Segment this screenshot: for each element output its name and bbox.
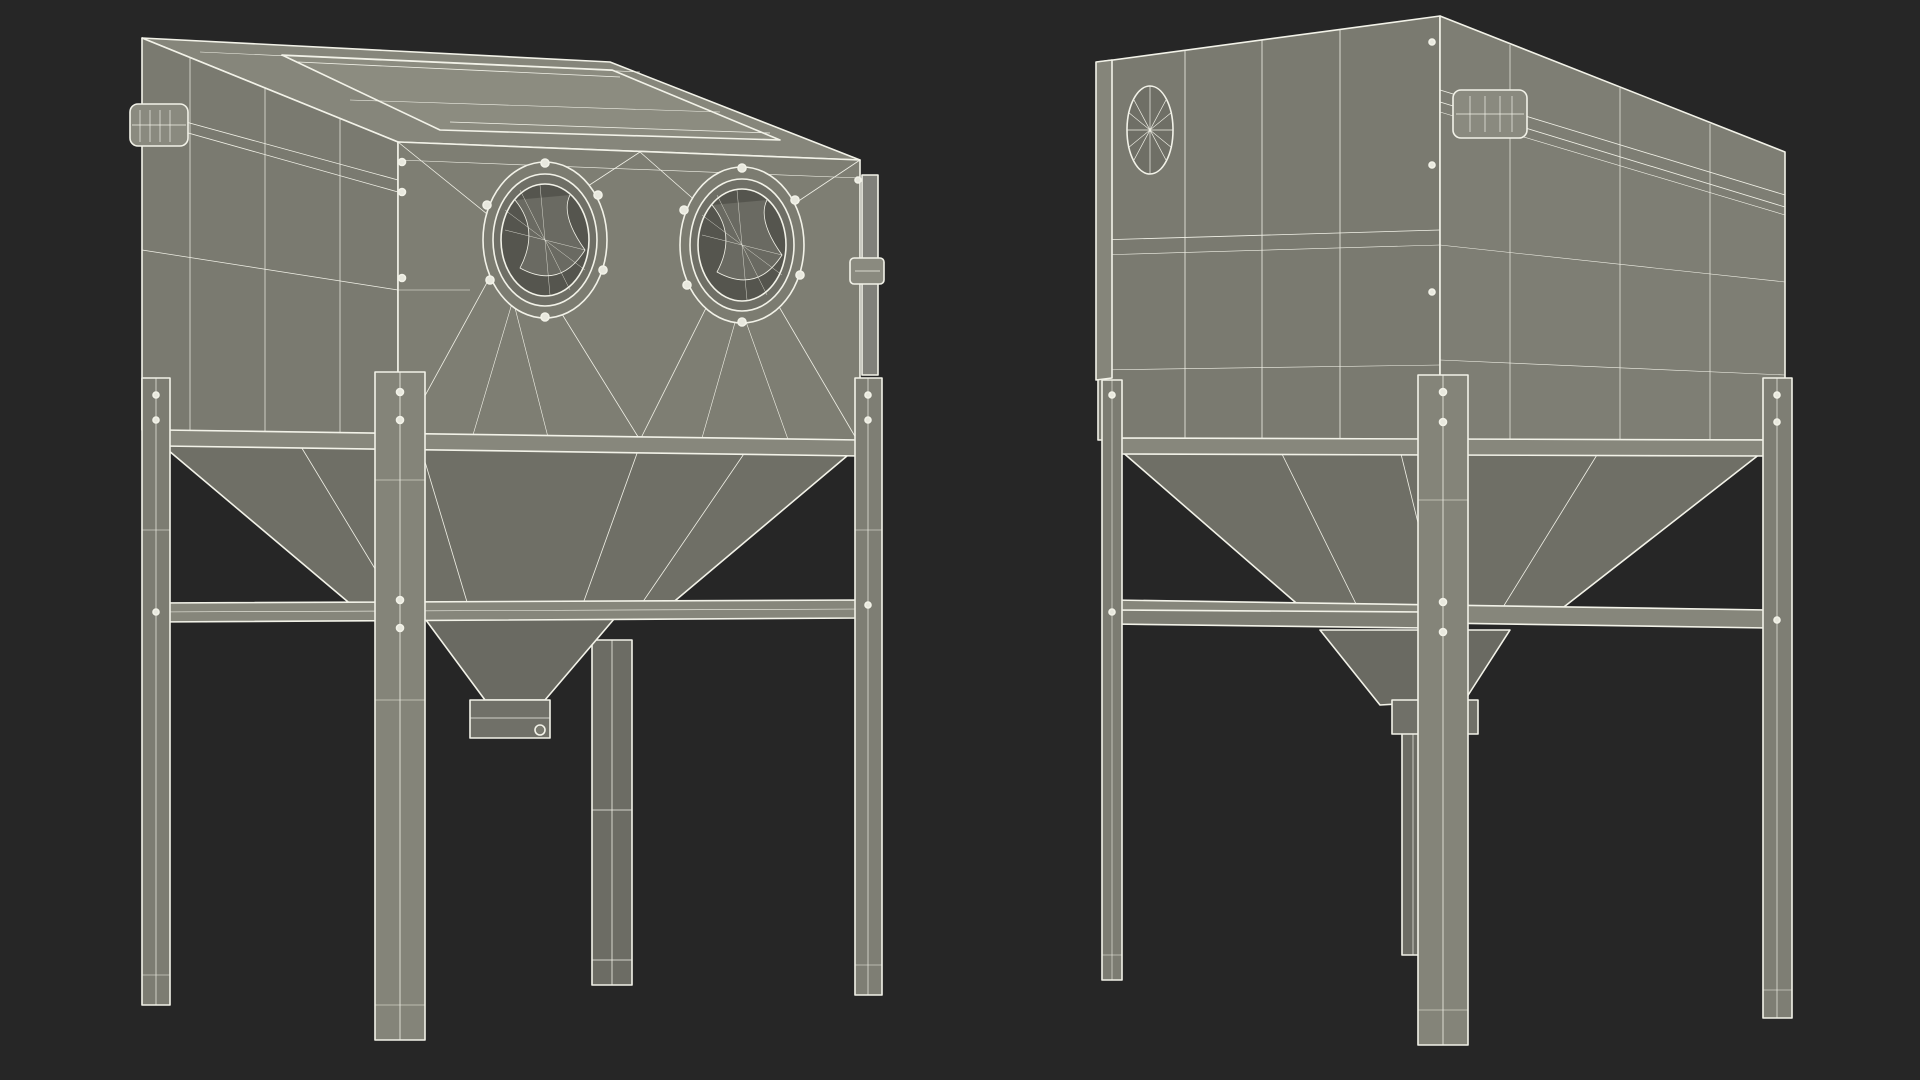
rear-leg bbox=[591, 639, 633, 986]
leg-back-left bbox=[141, 377, 171, 1006]
door-frame-strip bbox=[1095, 59, 1113, 381]
leg-center bbox=[1417, 374, 1469, 1046]
side-latch bbox=[1452, 89, 1528, 139]
leg-right bbox=[1762, 377, 1793, 1019]
render-canvas bbox=[0, 0, 1920, 1080]
cabinet-back-panel bbox=[1097, 15, 1441, 441]
glove-port-left bbox=[482, 158, 608, 322]
glove-port-right bbox=[679, 163, 805, 327]
vent-fan-icon bbox=[1126, 85, 1174, 175]
leg-left bbox=[1101, 379, 1123, 981]
leg-front-right bbox=[854, 377, 883, 996]
side-latch bbox=[129, 103, 189, 147]
lower-crossbar bbox=[151, 599, 863, 623]
leg-front-left bbox=[374, 371, 426, 1041]
